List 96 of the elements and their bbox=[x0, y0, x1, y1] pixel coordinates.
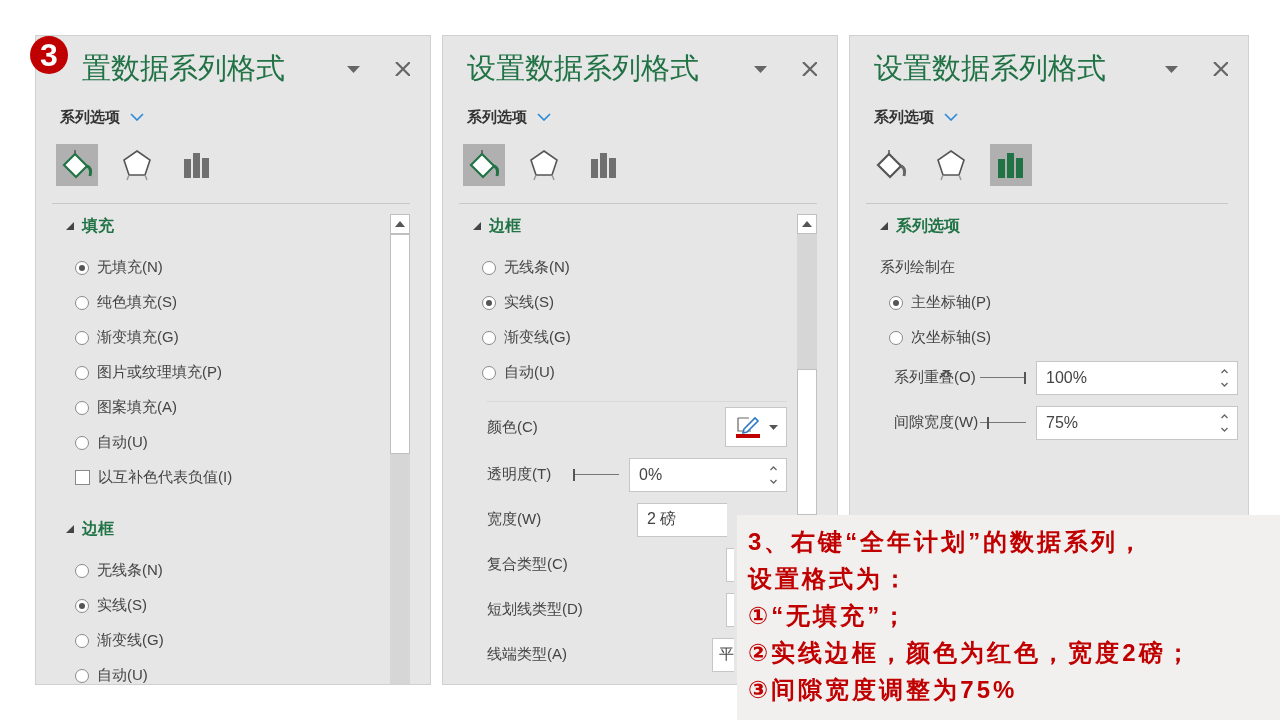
setting-label: 宽度(W) bbox=[487, 510, 543, 529]
scrollbar[interactable] bbox=[390, 214, 410, 684]
spin-field[interactable]: 75% bbox=[1036, 405, 1238, 440]
scroll-up-icon[interactable] bbox=[802, 221, 812, 227]
color-picker-button[interactable] bbox=[725, 407, 787, 447]
option-label: 主坐标轴(P) bbox=[911, 293, 991, 312]
radio-button[interactable] bbox=[75, 598, 89, 613]
option-label: 图片或纹理填充(P) bbox=[97, 363, 222, 382]
radio-button[interactable] bbox=[482, 330, 496, 345]
radio-button[interactable] bbox=[889, 295, 903, 310]
option-label: 渐变线(G) bbox=[504, 328, 571, 347]
expanded-triangle-icon[interactable] bbox=[473, 222, 481, 230]
slider[interactable] bbox=[980, 416, 1026, 429]
checkbox[interactable] bbox=[75, 470, 90, 485]
option-label: 图案填充(A) bbox=[97, 398, 177, 417]
radio-button[interactable] bbox=[75, 365, 89, 380]
option-label: 自动(U) bbox=[97, 666, 148, 684]
expanded-triangle-icon[interactable] bbox=[66, 525, 74, 533]
pentagon-icon bbox=[121, 148, 153, 182]
setting-label: 线端类型(A) bbox=[487, 645, 568, 664]
slider[interactable] bbox=[573, 468, 619, 481]
bar-chart-icon bbox=[182, 150, 212, 180]
option-label: 实线(S) bbox=[97, 596, 147, 615]
note-line: 设置格式为： bbox=[748, 564, 910, 594]
menu-label[interactable]: 系列选项 bbox=[874, 107, 934, 127]
step-badge: 3 bbox=[30, 36, 68, 74]
pentagon-icon bbox=[528, 148, 560, 182]
spin-arrows-icon[interactable] bbox=[1220, 366, 1229, 389]
caret-icon bbox=[768, 424, 778, 430]
option-label: 自动(U) bbox=[97, 433, 148, 452]
spin-field[interactable]: 0% bbox=[629, 457, 787, 492]
setting-label: 短划线类型(D) bbox=[487, 600, 584, 619]
expanded-triangle-icon[interactable] bbox=[66, 222, 74, 230]
radio-button[interactable] bbox=[75, 563, 89, 578]
radio-button[interactable] bbox=[75, 668, 89, 683]
setting-label: 颜色(C) bbox=[487, 417, 539, 437]
radio-button[interactable] bbox=[75, 435, 89, 450]
format-tab[interactable] bbox=[463, 144, 505, 186]
option-label: 次坐标轴(S) bbox=[911, 328, 991, 347]
caret-icon[interactable] bbox=[347, 65, 360, 73]
section-heading[interactable]: 填充 bbox=[82, 215, 114, 237]
pane-title: 设置数据系列格式 bbox=[874, 51, 1107, 86]
note-line: ③间隙宽度调整为75% bbox=[748, 675, 1018, 705]
spin-field[interactable]: 100% bbox=[1036, 360, 1238, 395]
radio-button[interactable] bbox=[482, 295, 496, 310]
format-tab[interactable] bbox=[56, 144, 98, 186]
radio-button[interactable] bbox=[75, 295, 89, 310]
radio-button[interactable] bbox=[482, 365, 496, 380]
slider[interactable] bbox=[980, 371, 1026, 384]
section-heading[interactable]: 边框 bbox=[82, 518, 114, 540]
spin-arrows-icon[interactable] bbox=[1220, 411, 1229, 434]
section-heading[interactable]: 系列选项 bbox=[896, 215, 960, 237]
spin-arrows-icon[interactable] bbox=[769, 463, 778, 486]
scroll-up-icon[interactable] bbox=[395, 221, 405, 227]
pane-title: 设置数据系列格式 bbox=[467, 51, 700, 86]
dropdown-field[interactable] bbox=[726, 547, 734, 582]
radio-button[interactable] bbox=[889, 330, 903, 345]
bar-chart-icon bbox=[996, 150, 1026, 180]
radio-button[interactable] bbox=[75, 260, 89, 275]
spin-field[interactable]: 2 磅 bbox=[637, 502, 727, 537]
setting-label: 复合类型(C) bbox=[487, 555, 569, 574]
note-line: ②实线边框，颜色为红色，宽度2磅； bbox=[748, 638, 1193, 668]
option-label: 无线条(N) bbox=[504, 258, 570, 277]
caret-icon[interactable] bbox=[754, 65, 767, 73]
dropdown-field[interactable] bbox=[726, 592, 734, 627]
radio-button[interactable] bbox=[75, 633, 89, 648]
menu-label[interactable]: 系列选项 bbox=[60, 107, 120, 127]
radio-button[interactable] bbox=[75, 330, 89, 345]
setting-label: 透明度(T) bbox=[487, 465, 553, 484]
option-label: 实线(S) bbox=[504, 293, 554, 312]
option-label: 渐变填充(G) bbox=[97, 328, 179, 347]
option-label: 自动(U) bbox=[504, 363, 555, 382]
option-label: 无线条(N) bbox=[97, 561, 163, 580]
option-label: 以互补色代表负值(I) bbox=[98, 468, 233, 487]
note-line: ①“无填充”； bbox=[748, 601, 910, 631]
scrollbar[interactable] bbox=[797, 214, 817, 515]
note-line: 3、右键“全年计划”的数据系列， bbox=[748, 527, 1146, 557]
chevron-down-icon[interactable] bbox=[537, 113, 551, 121]
radio-button[interactable] bbox=[482, 260, 496, 275]
dropdown-field[interactable]: 平 bbox=[712, 637, 734, 672]
group-label: 系列绘制在 bbox=[880, 258, 955, 277]
setting-label: 系列重叠(O) bbox=[894, 368, 977, 387]
radio-button[interactable] bbox=[75, 400, 89, 415]
expanded-triangle-icon[interactable] bbox=[880, 222, 888, 230]
caret-icon[interactable] bbox=[1165, 65, 1178, 73]
pane-title: 置数据系列格式 bbox=[81, 51, 286, 86]
option-label: 纯色填充(S) bbox=[97, 293, 177, 312]
bar-chart-icon bbox=[589, 150, 619, 180]
setting-label: 间隙宽度(W) bbox=[894, 413, 980, 432]
chevron-down-icon[interactable] bbox=[944, 113, 958, 121]
menu-label[interactable]: 系列选项 bbox=[467, 107, 527, 127]
section-heading[interactable]: 边框 bbox=[489, 215, 521, 237]
option-label: 无填充(N) bbox=[97, 258, 163, 277]
pentagon-icon bbox=[935, 148, 967, 182]
chevron-down-icon[interactable] bbox=[130, 113, 144, 121]
option-label: 渐变线(G) bbox=[97, 631, 164, 650]
